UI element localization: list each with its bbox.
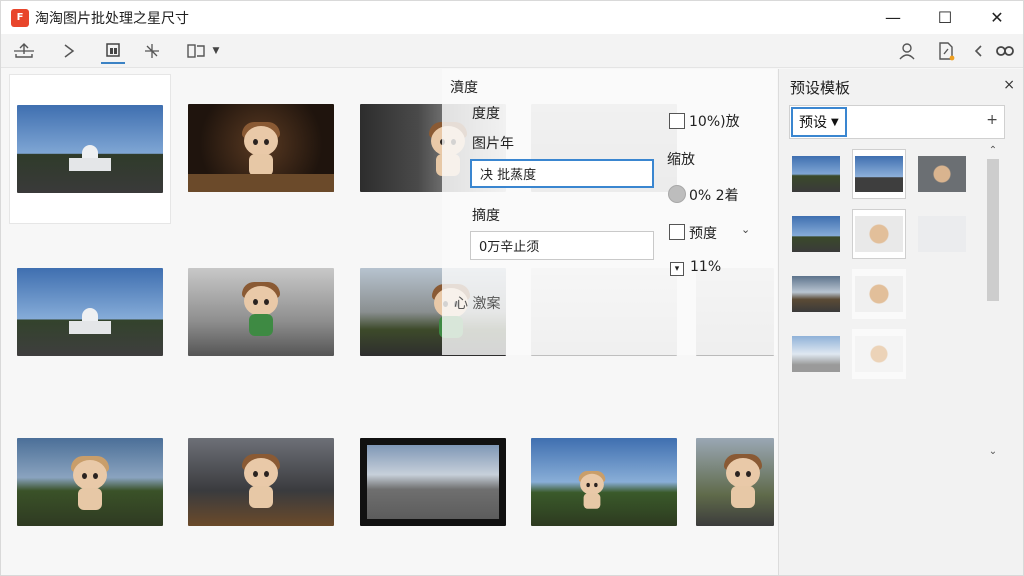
- template-thumbnail[interactable]: [915, 149, 969, 199]
- image-preview: [188, 268, 334, 356]
- user-icon[interactable]: [894, 38, 920, 64]
- template-thumbnail[interactable]: [852, 329, 906, 379]
- app-logo-icon: F: [11, 8, 29, 27]
- app-window: F 淘淘图片批处理之星尺寸 — ☐ ✕ ▼ 濆度 度度 图片年 决 批蒸度 摘度…: [0, 0, 1024, 576]
- image-thumbnail[interactable]: [524, 409, 684, 555]
- percent-checkbox[interactable]: ▾: [670, 262, 684, 276]
- image-preview: [531, 438, 677, 526]
- value-input[interactable]: 0万辛止须: [470, 231, 654, 260]
- image-thumbnail[interactable]: [10, 409, 170, 555]
- dropdown-caret-icon[interactable]: ▼: [209, 38, 223, 64]
- preset-checkbox[interactable]: [669, 224, 685, 240]
- edit-file-icon[interactable]: [933, 38, 959, 64]
- settings-panel: 濆度 度度 图片年 决 批蒸度 摘度 0万辛止须 心 激案 10%)放 缩放 0…: [442, 69, 777, 355]
- doll-figure: [242, 454, 280, 510]
- image-thumbnail[interactable]: [181, 239, 341, 385]
- scroll-up-icon[interactable]: ⌃: [985, 145, 1001, 156]
- doll-figure: [579, 471, 606, 510]
- window-title: 淘淘图片批处理之星尺寸: [35, 10, 189, 27]
- batch-setting-input[interactable]: 决 批蒸度: [470, 159, 654, 188]
- chevron-down-icon[interactable]: ⌄: [741, 223, 750, 236]
- add-icon[interactable]: +: [986, 112, 998, 128]
- image-thumbnail[interactable]: [181, 75, 341, 221]
- close-icon[interactable]: ×: [1003, 77, 1015, 93]
- capitol-building: [69, 141, 111, 171]
- image-icon[interactable]: [183, 38, 209, 64]
- panel-title: 预设模板: [790, 79, 851, 97]
- template-thumbnail[interactable]: [789, 149, 843, 199]
- image-preview: [17, 268, 163, 356]
- crop-icon[interactable]: [101, 38, 125, 64]
- template-thumbnail[interactable]: [789, 269, 843, 319]
- doll-figure: [723, 454, 762, 510]
- setting-label: 摘度: [472, 208, 500, 224]
- setting-label: 度度: [472, 106, 500, 122]
- filter-icon: ▼: [831, 116, 839, 128]
- link-icon[interactable]: [993, 38, 1017, 64]
- image-preview: [360, 438, 506, 526]
- scale-checkbox-label: 10%)放: [689, 114, 740, 130]
- doll-figure: [242, 282, 280, 338]
- chevron-right-icon[interactable]: [57, 38, 81, 64]
- minimize-button[interactable]: —: [867, 1, 919, 34]
- maximize-button[interactable]: ☐: [919, 1, 971, 34]
- settings-heading: 濆度: [450, 80, 478, 96]
- template-thumbnail[interactable]: [789, 329, 843, 379]
- template-thumbnail[interactable]: [789, 209, 843, 259]
- template-thumbnail-selected[interactable]: [852, 149, 906, 199]
- scroll-down-icon[interactable]: ⌄: [985, 446, 1001, 457]
- reset-link[interactable]: 心 激案: [454, 293, 500, 313]
- preset-filter-chip[interactable]: 预设 ▼: [791, 107, 847, 137]
- template-thumbnail-selected[interactable]: [852, 209, 906, 259]
- image-preview: [696, 438, 774, 526]
- sparkle-icon[interactable]: [140, 38, 164, 64]
- zoom-label: 缩放: [667, 152, 695, 168]
- image-thumbnail-selected[interactable]: [10, 75, 170, 223]
- preset-filter-box: 预设 ▼ +: [789, 105, 1005, 139]
- percent-checkbox-label: 11%: [690, 259, 722, 275]
- zoom-radio-label: 0% 2着: [689, 188, 739, 204]
- image-preview: [17, 105, 163, 193]
- template-thumbnail[interactable]: [915, 209, 969, 259]
- setting-label: 图片年: [472, 136, 514, 152]
- template-thumbnail[interactable]: [852, 269, 906, 319]
- upload-icon[interactable]: [9, 38, 39, 64]
- doll-figure: [71, 456, 109, 512]
- back-icon[interactable]: [971, 38, 985, 64]
- scale-checkbox[interactable]: [669, 113, 685, 129]
- preset-template-panel: 预设模板 × 预设 ▼ + ⌃ ⌄: [778, 69, 1023, 575]
- scrollbar-thumb[interactable]: [987, 159, 999, 301]
- preset-checkbox-label: 预度: [689, 226, 717, 242]
- image-preview: [188, 104, 334, 192]
- image-thumbnail[interactable]: [181, 409, 341, 555]
- image-thumbnail[interactable]: [695, 409, 775, 555]
- title-bar: F 淘淘图片批处理之星尺寸 — ☐ ✕: [1, 1, 1023, 34]
- image-preview: [188, 438, 334, 526]
- zoom-radio[interactable]: [668, 185, 686, 203]
- template-scrollbar[interactable]: ⌃ ⌄: [985, 145, 1001, 457]
- window-controls: — ☐ ✕: [867, 1, 1023, 34]
- image-preview: [17, 438, 163, 526]
- image-thumbnail[interactable]: [353, 409, 513, 555]
- doll-figure: [242, 122, 280, 178]
- image-thumbnail[interactable]: [10, 239, 170, 385]
- preset-filter-label: 预设: [799, 115, 827, 131]
- capitol-building: [69, 304, 111, 334]
- toolbar: ▼: [1, 34, 1023, 68]
- close-button[interactable]: ✕: [971, 1, 1023, 34]
